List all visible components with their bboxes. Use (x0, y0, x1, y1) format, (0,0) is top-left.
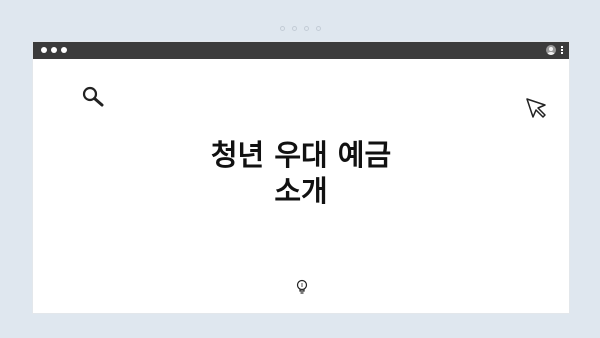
page-title: 청년 우대 예금 소개 (33, 137, 569, 209)
kebab-menu-icon[interactable] (561, 46, 563, 54)
window-control-dot[interactable] (41, 47, 47, 53)
pagination-dot[interactable] (291, 26, 297, 31)
lightbulb-icon (296, 279, 308, 294)
window-content: 청년 우대 예금 소개 (33, 59, 569, 313)
window-control-dot[interactable] (61, 47, 67, 53)
page-title-line-1: 청년 우대 예금 (210, 138, 392, 172)
window-controls (41, 47, 67, 53)
browser-window: 청년 우대 예금 소개 (32, 41, 570, 314)
page: 청년 우대 예금 소개 (0, 0, 600, 338)
search-icon (82, 86, 104, 107)
window-control-dot[interactable] (51, 47, 57, 53)
titlebar-actions (546, 45, 563, 55)
user-icon[interactable] (546, 45, 556, 55)
window-titlebar (33, 42, 569, 59)
pagination-dot[interactable] (315, 26, 321, 31)
pagination-dots (0, 26, 600, 31)
pagination-dot[interactable] (279, 26, 285, 31)
page-title-line-2: 소개 (274, 174, 328, 208)
cursor-icon (526, 98, 546, 118)
pagination-dot[interactable] (303, 26, 309, 31)
